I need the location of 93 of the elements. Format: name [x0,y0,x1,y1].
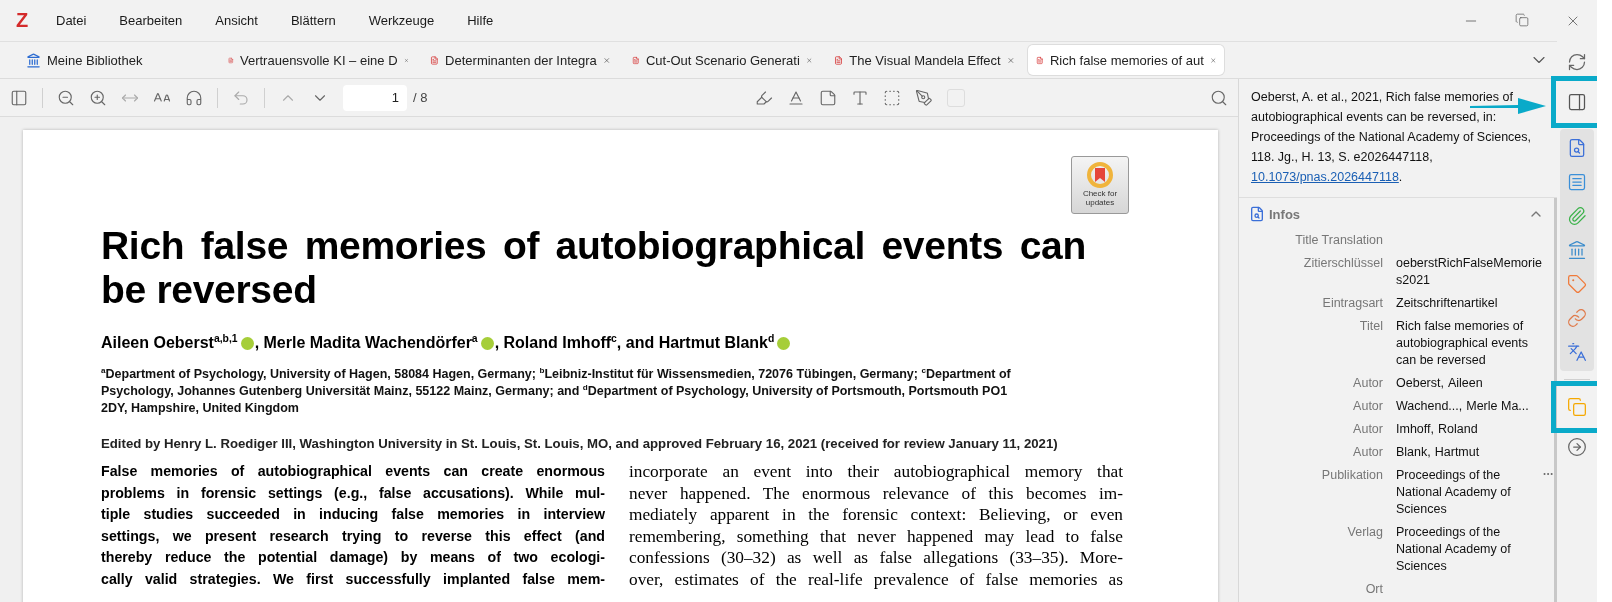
pen-icon[interactable] [915,88,934,107]
link-icon [1567,308,1587,328]
abstract-line: False memories of autobiographical events can create enormous [101,462,605,481]
bookmark-icon [1086,161,1114,189]
paperclip-icon [1567,206,1587,226]
field-value[interactable]: oeberstRichFalseMemories2021 [1396,255,1546,289]
body-text-line: confessions (30–32) as well as false allegations (33–35). More- [629,547,1123,569]
author-name: , and Hartmut Blank$^{d}$ [616,334,775,352]
last-name[interactable]: Wachend..., [1396,398,1463,415]
field-label: Titel [1358,318,1383,335]
author-name: , Roland Imhoff$^{c}$ [494,334,617,352]
notes-icon [1567,397,1587,417]
first-name[interactable]: Merle Ma... [1466,398,1529,415]
menu-item[interactable]: Datei [56,13,87,28]
field-label: Ort [1364,581,1383,598]
doi-link[interactable]: 10.1073/pnas.2026447118 [1251,170,1399,184]
first-name[interactable]: Aileen [1447,375,1483,392]
headphones-icon[interactable] [185,88,203,107]
last-name[interactable]: Oeberst, [1396,375,1444,392]
abstract-line: problems in forensic settings (e.g., false accusations). While mul- [101,483,605,503]
author-name: , Merle Madita Wachendörfer$^{a}$ [254,334,478,352]
body-text-line: incorporate an event into their autobiographical memory that [629,461,1123,483]
menu-item[interactable]: Blättern [290,13,336,28]
abstract-line: thereby reduce the potential damage) by means of two ecologi- [101,548,605,568]
field-value[interactable]: Zeitschriftenartikel [1396,295,1546,312]
field-label: Autor [1352,375,1383,392]
field-label: Publikation [1320,467,1383,484]
field-value[interactable]: Proceedings of the National Academy of Sciences [1396,524,1546,575]
field-value[interactable]: Rich false memories of autobiographical events can be reversed [1396,318,1546,369]
library-icon [26,52,41,68]
orcid-icon[interactable] [240,336,254,350]
body-text-line: never happened. The enormous relevance of this becomes im- [629,482,1123,505]
tab[interactable]: Vertrauensvolle KI – eine D [220,45,417,75]
text-icon[interactable] [851,88,870,107]
locate-icon [1567,437,1587,457]
zoom-out-icon[interactable] [57,88,75,107]
check-for-updates-badge[interactable]: Check for updates [1071,156,1129,214]
field-value[interactable]: Proceedings of the National Academy of Sciences [1396,467,1527,518]
tab[interactable]: Meine Bibliothek [18,45,151,75]
last-name[interactable]: Blank, [1396,444,1431,461]
abstract-line: cally valid strategies. We first successfully implanted false mem- [101,569,605,589]
zoom-in-icon[interactable] [89,88,107,107]
undo-icon[interactable] [232,88,250,107]
affiliation-line: $^{a}$Department of Psychology, University of Hagen, 58084 Hagen, Germany; $^{b}$Leibniz-Institut für Wissensmedien, 72076 Tübingen, Germany; $^{c}$Department of [101,366,1012,383]
menu-item[interactable]: Bearbeiten [119,13,183,28]
body-text-line: remembering, something that never happened may lead to false [629,525,1123,548]
tab[interactable]: Determinanten der Integra [422,45,619,75]
page-number-field[interactable]: 1 [343,84,407,111]
sync-icon [1567,52,1587,72]
sidebar-toggle-icon[interactable] [10,88,28,107]
field-label: Autor [1352,421,1383,438]
first-name[interactable]: Hartmut [1434,444,1480,461]
menu-item[interactable]: Hilfe [467,13,494,28]
author-name: Aileen Oeberst$^{a,b,1}$ [101,334,238,352]
page-count: / 8 [413,90,428,105]
last-name[interactable]: Imhoff, [1396,421,1434,438]
field-label: Autor [1352,398,1383,415]
orcid-icon[interactable] [777,336,791,350]
affiliation-line: 2DY, Hampshire, United Kingdom [101,400,300,417]
pane-toggle-icon [1567,92,1587,112]
translate-icon [1567,342,1587,362]
tab[interactable]: The Visual Mandela Effect [826,45,1023,75]
field-label: Zitierschlüssel [1302,255,1383,272]
note-icon[interactable] [819,88,838,107]
tab[interactable]: Rich false memories of aut [1028,45,1225,75]
body-text-line: mediately apparent in the forensic context: Believing, or even [629,504,1123,526]
field-label: Title Translation [1294,232,1383,249]
menu-item[interactable]: Werkzeuge [368,13,435,28]
abstract-icon [1567,172,1587,192]
section-title[interactable]: Infos [1269,206,1524,222]
restore-icon[interactable] [1515,12,1529,27]
menu-item[interactable]: Ansicht [215,13,258,28]
tag-icon [1567,274,1587,294]
app-logo: Z [16,9,30,32]
orcid-icon[interactable] [480,336,494,350]
body-text-line: over, estimates of the real-life prevalence of false memories as [629,568,1123,591]
search-icon[interactable] [1210,88,1228,107]
field-label: Verlag [1346,524,1383,541]
field-label: Autor [1352,444,1383,461]
document-info-icon [1567,138,1587,158]
tab[interactable]: Cut-Out Scenario Generati [624,45,821,75]
abstract-line: tiple studies succeeded in inducing false memories in interview [101,505,605,525]
affiliation-line: Psychology, Johannes Gutenberg Universität Mainz, 55122 Mainz, Germany; and $^{d}$Department of Psychology, University of Portsmouth, Portsmouth PO1 [101,383,1009,400]
article-title: be reversed [101,268,318,312]
abstract-line: settings, we present research trying to reverse this effect (and [101,526,605,546]
library-icon [1567,240,1587,260]
article-title: Rich false memories of autobiographical events can [101,224,1086,268]
editor-note: Edited by Henry L. Roediger III, Washington University in St. Louis, St. Louis, MO, and approved February 16, 2021 (received for review January 11, 2021) [101,436,1059,451]
field-label: Eintragsart [1321,295,1383,312]
first-name[interactable]: Roland [1438,421,1478,438]
highlight-icon[interactable] [755,88,774,107]
area-select-icon[interactable] [883,88,902,107]
document-info-icon [1249,206,1265,222]
